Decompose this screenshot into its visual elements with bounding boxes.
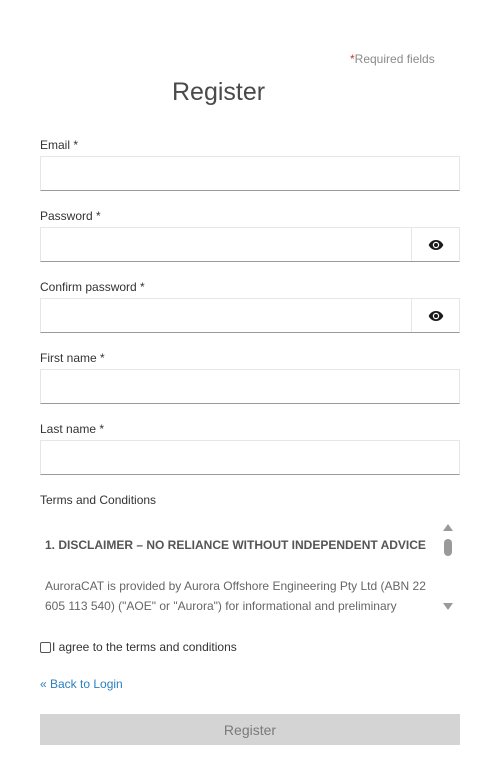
last-name-field[interactable] bbox=[41, 441, 459, 474]
terms-section-text: AuroraCAT is provided by Aurora Offshore… bbox=[45, 579, 426, 613]
password-field-container bbox=[40, 227, 460, 262]
scroll-up-arrow-icon[interactable] bbox=[443, 524, 453, 531]
first-name-label: First name * bbox=[40, 351, 105, 365]
terms-heading: Terms and Conditions bbox=[40, 493, 157, 507]
password-visibility-toggle[interactable] bbox=[411, 228, 459, 261]
eye-icon bbox=[428, 310, 443, 321]
agree-terms-checkbox[interactable] bbox=[40, 641, 51, 653]
terms-scrollbar[interactable] bbox=[441, 520, 455, 612]
first-name-field-container bbox=[40, 369, 460, 404]
required-fields-note: *Required fields bbox=[350, 52, 435, 66]
scroll-down-arrow-icon[interactable] bbox=[443, 603, 453, 610]
confirm-password-field[interactable] bbox=[41, 299, 413, 332]
last-name-label: Last name * bbox=[40, 422, 105, 436]
confirm-password-label: Confirm password * bbox=[40, 280, 145, 294]
agree-terms-row: I agree to the terms and conditions bbox=[40, 640, 237, 654]
confirm-password-visibility-toggle[interactable] bbox=[411, 299, 459, 332]
agree-terms-label[interactable]: I agree to the terms and conditions bbox=[52, 640, 237, 654]
page-title: Register bbox=[172, 78, 266, 106]
password-field[interactable] bbox=[41, 228, 413, 261]
last-name-field-container bbox=[40, 440, 460, 475]
eye-icon bbox=[428, 239, 443, 250]
email-field[interactable] bbox=[41, 157, 459, 190]
register-button[interactable]: Register bbox=[40, 714, 460, 745]
scrollbar-thumb[interactable] bbox=[444, 539, 452, 556]
email-label: Email * bbox=[40, 138, 79, 152]
back-to-login-link[interactable]: « Back to Login bbox=[40, 677, 123, 691]
password-label: Password * bbox=[40, 209, 101, 223]
terms-section-title: 1. DISCLAIMER – NO RELIANCE WITHOUT INDE… bbox=[45, 538, 426, 552]
email-field-container bbox=[40, 156, 460, 191]
required-fields-text: Required fields bbox=[354, 52, 435, 66]
confirm-password-field-container bbox=[40, 298, 460, 333]
terms-scroll-box[interactable]: 1. DISCLAIMER – NO RELIANCE WITHOUT INDE… bbox=[40, 518, 455, 618]
first-name-field[interactable] bbox=[41, 370, 459, 403]
